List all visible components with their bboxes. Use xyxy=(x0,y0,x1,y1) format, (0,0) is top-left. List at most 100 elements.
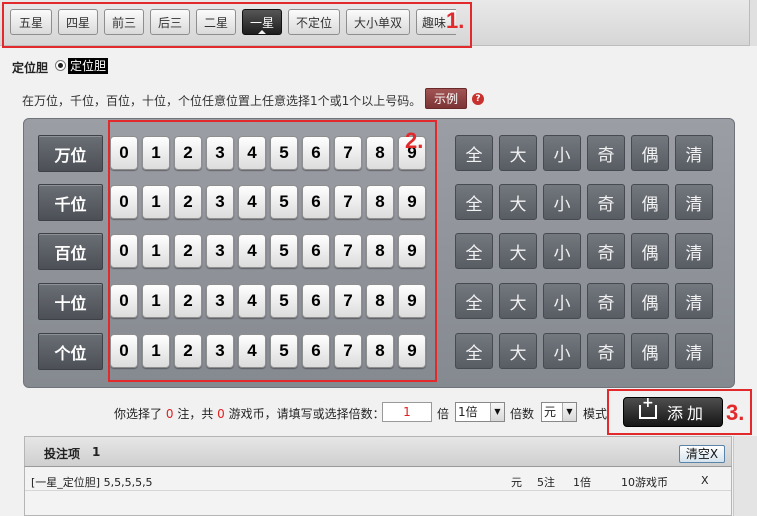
digit-button-units-0[interactable]: 0 xyxy=(110,334,138,368)
digit-button-thousands-6[interactable]: 6 xyxy=(302,185,330,219)
quick-pick-even-ten-thousands[interactable]: 偶 xyxy=(631,135,669,171)
quick-pick-small-hundreds[interactable]: 小 xyxy=(543,233,581,269)
digit-button-tens-2[interactable]: 2 xyxy=(174,284,202,318)
mode-select[interactable]: 元 ▼ xyxy=(541,402,577,422)
digit-button-thousands-2[interactable]: 2 xyxy=(174,185,202,219)
digit-button-thousands-1[interactable]: 1 xyxy=(142,185,170,219)
quick-pick-big-thousands[interactable]: 大 xyxy=(499,184,537,220)
digit-button-tens-6[interactable]: 6 xyxy=(302,284,330,318)
digit-button-units-6[interactable]: 6 xyxy=(302,334,330,368)
digit-button-hundreds-1[interactable]: 1 xyxy=(142,234,170,268)
quick-pick-all-thousands[interactable]: 全 xyxy=(455,184,493,220)
digit-button-ten-thousands-6[interactable]: 6 xyxy=(302,136,330,170)
digit-button-tens-7[interactable]: 7 xyxy=(334,284,362,318)
digit-button-ten-thousands-5[interactable]: 5 xyxy=(270,136,298,170)
digit-button-tens-5[interactable]: 5 xyxy=(270,284,298,318)
digit-button-thousands-8[interactable]: 8 xyxy=(366,185,394,219)
digit-button-ten-thousands-4[interactable]: 4 xyxy=(238,136,266,170)
tab-unfixed-position[interactable]: 不定位 xyxy=(288,9,340,35)
digit-button-tens-8[interactable]: 8 xyxy=(366,284,394,318)
tab-back-three[interactable]: 后三 xyxy=(150,9,190,35)
digit-button-units-3[interactable]: 3 xyxy=(206,334,234,368)
quick-pick-big-hundreds[interactable]: 大 xyxy=(499,233,537,269)
quick-pick-odd-units[interactable]: 奇 xyxy=(587,333,625,369)
digit-button-tens-0[interactable]: 0 xyxy=(110,284,138,318)
digit-button-units-8[interactable]: 8 xyxy=(366,334,394,368)
clear-all-button[interactable]: 清空X xyxy=(679,445,725,463)
multiplier-input[interactable]: 1 xyxy=(382,402,432,422)
digit-button-tens-9[interactable]: 9 xyxy=(398,284,426,318)
tab-one-star[interactable]: 一星 xyxy=(242,9,282,35)
digit-button-ten-thousands-2[interactable]: 2 xyxy=(174,136,202,170)
quick-pick-odd-thousands[interactable]: 奇 xyxy=(587,184,625,220)
digit-button-ten-thousands-8[interactable]: 8 xyxy=(366,136,394,170)
digit-button-hundreds-4[interactable]: 4 xyxy=(238,234,266,268)
digit-button-units-4[interactable]: 4 xyxy=(238,334,266,368)
quick-pick-all-hundreds[interactable]: 全 xyxy=(455,233,493,269)
quick-pick-odd-ten-thousands[interactable]: 奇 xyxy=(587,135,625,171)
add-bet-button[interactable]: 添加 xyxy=(623,396,723,427)
quick-pick-clear-ten-thousands[interactable]: 清 xyxy=(675,135,713,171)
digit-button-units-5[interactable]: 5 xyxy=(270,334,298,368)
quick-pick-small-ten-thousands[interactable]: 小 xyxy=(543,135,581,171)
digit-button-thousands-0[interactable]: 0 xyxy=(110,185,138,219)
digit-button-hundreds-2[interactable]: 2 xyxy=(174,234,202,268)
tab-five-star[interactable]: 五星 xyxy=(10,9,52,35)
multiplier-select[interactable]: 1倍 ▼ xyxy=(455,402,505,422)
quick-pick-small-units[interactable]: 小 xyxy=(543,333,581,369)
quick-pick-even-units[interactable]: 偶 xyxy=(631,333,669,369)
quick-pick-all-tens[interactable]: 全 xyxy=(455,283,493,319)
method-option-selected[interactable]: 定位胆 xyxy=(68,58,109,74)
quick-pick-big-ten-thousands[interactable]: 大 xyxy=(499,135,537,171)
digit-button-thousands-5[interactable]: 5 xyxy=(270,185,298,219)
quick-pick-big-units[interactable]: 大 xyxy=(499,333,537,369)
digit-button-thousands-4[interactable]: 4 xyxy=(238,185,266,219)
quick-pick-odd-hundreds[interactable]: 奇 xyxy=(587,233,625,269)
digit-button-ten-thousands-1[interactable]: 1 xyxy=(142,136,170,170)
digit-button-hundreds-3[interactable]: 3 xyxy=(206,234,234,268)
bet-list-scrollbar[interactable] xyxy=(733,436,757,516)
digit-button-tens-4[interactable]: 4 xyxy=(238,284,266,318)
quick-pick-all-units[interactable]: 全 xyxy=(455,333,493,369)
quick-pick-clear-tens[interactable]: 清 xyxy=(675,283,713,319)
bet-row-remove-button[interactable]: X xyxy=(701,474,709,487)
digit-button-units-9[interactable]: 9 xyxy=(398,334,426,368)
help-icon[interactable]: ? xyxy=(472,93,484,105)
quick-pick-even-thousands[interactable]: 偶 xyxy=(631,184,669,220)
digit-button-hundreds-5[interactable]: 5 xyxy=(270,234,298,268)
quick-pick-small-thousands[interactable]: 小 xyxy=(543,184,581,220)
quick-pick-small-tens[interactable]: 小 xyxy=(543,283,581,319)
tab-four-star[interactable]: 四星 xyxy=(58,9,98,35)
digit-button-hundreds-0[interactable]: 0 xyxy=(110,234,138,268)
digit-button-thousands-9[interactable]: 9 xyxy=(398,185,426,219)
quick-pick-clear-units[interactable]: 清 xyxy=(675,333,713,369)
digit-button-tens-3[interactable]: 3 xyxy=(206,284,234,318)
tab-front-three[interactable]: 前三 xyxy=(104,9,144,35)
quick-pick-clear-thousands[interactable]: 清 xyxy=(675,184,713,220)
digit-button-units-1[interactable]: 1 xyxy=(142,334,170,368)
digit-button-hundreds-7[interactable]: 7 xyxy=(334,234,362,268)
table-row[interactable]: [一星_定位胆] 5,5,5,5,5 元 5注 1倍 10游戏币 X xyxy=(25,471,731,491)
digit-button-units-2[interactable]: 2 xyxy=(174,334,202,368)
digit-button-hundreds-6[interactable]: 6 xyxy=(302,234,330,268)
digit-button-thousands-7[interactable]: 7 xyxy=(334,185,362,219)
method-radio-button[interactable] xyxy=(55,60,66,71)
digit-button-hundreds-8[interactable]: 8 xyxy=(366,234,394,268)
quick-pick-all-ten-thousands[interactable]: 全 xyxy=(455,135,493,171)
digit-button-hundreds-9[interactable]: 9 xyxy=(398,234,426,268)
tab-big-small-odd-even[interactable]: 大小单双 xyxy=(346,9,410,35)
quick-pick-clear-hundreds[interactable]: 清 xyxy=(675,233,713,269)
tab-two-star[interactable]: 二星 xyxy=(196,9,236,35)
quick-pick-even-tens[interactable]: 偶 xyxy=(631,283,669,319)
digit-button-tens-1[interactable]: 1 xyxy=(142,284,170,318)
digit-button-thousands-3[interactable]: 3 xyxy=(206,185,234,219)
digit-button-units-7[interactable]: 7 xyxy=(334,334,362,368)
example-button[interactable]: 示例 xyxy=(425,88,467,109)
digit-button-ten-thousands-0[interactable]: 0 xyxy=(110,136,138,170)
quick-pick-big-tens[interactable]: 大 xyxy=(499,283,537,319)
digit-button-ten-thousands-3[interactable]: 3 xyxy=(206,136,234,170)
digit-button-ten-thousands-7[interactable]: 7 xyxy=(334,136,362,170)
quick-pick-even-hundreds[interactable]: 偶 xyxy=(631,233,669,269)
quick-pick-odd-tens[interactable]: 奇 xyxy=(587,283,625,319)
tabbar-scroll-edge[interactable] xyxy=(749,0,757,46)
